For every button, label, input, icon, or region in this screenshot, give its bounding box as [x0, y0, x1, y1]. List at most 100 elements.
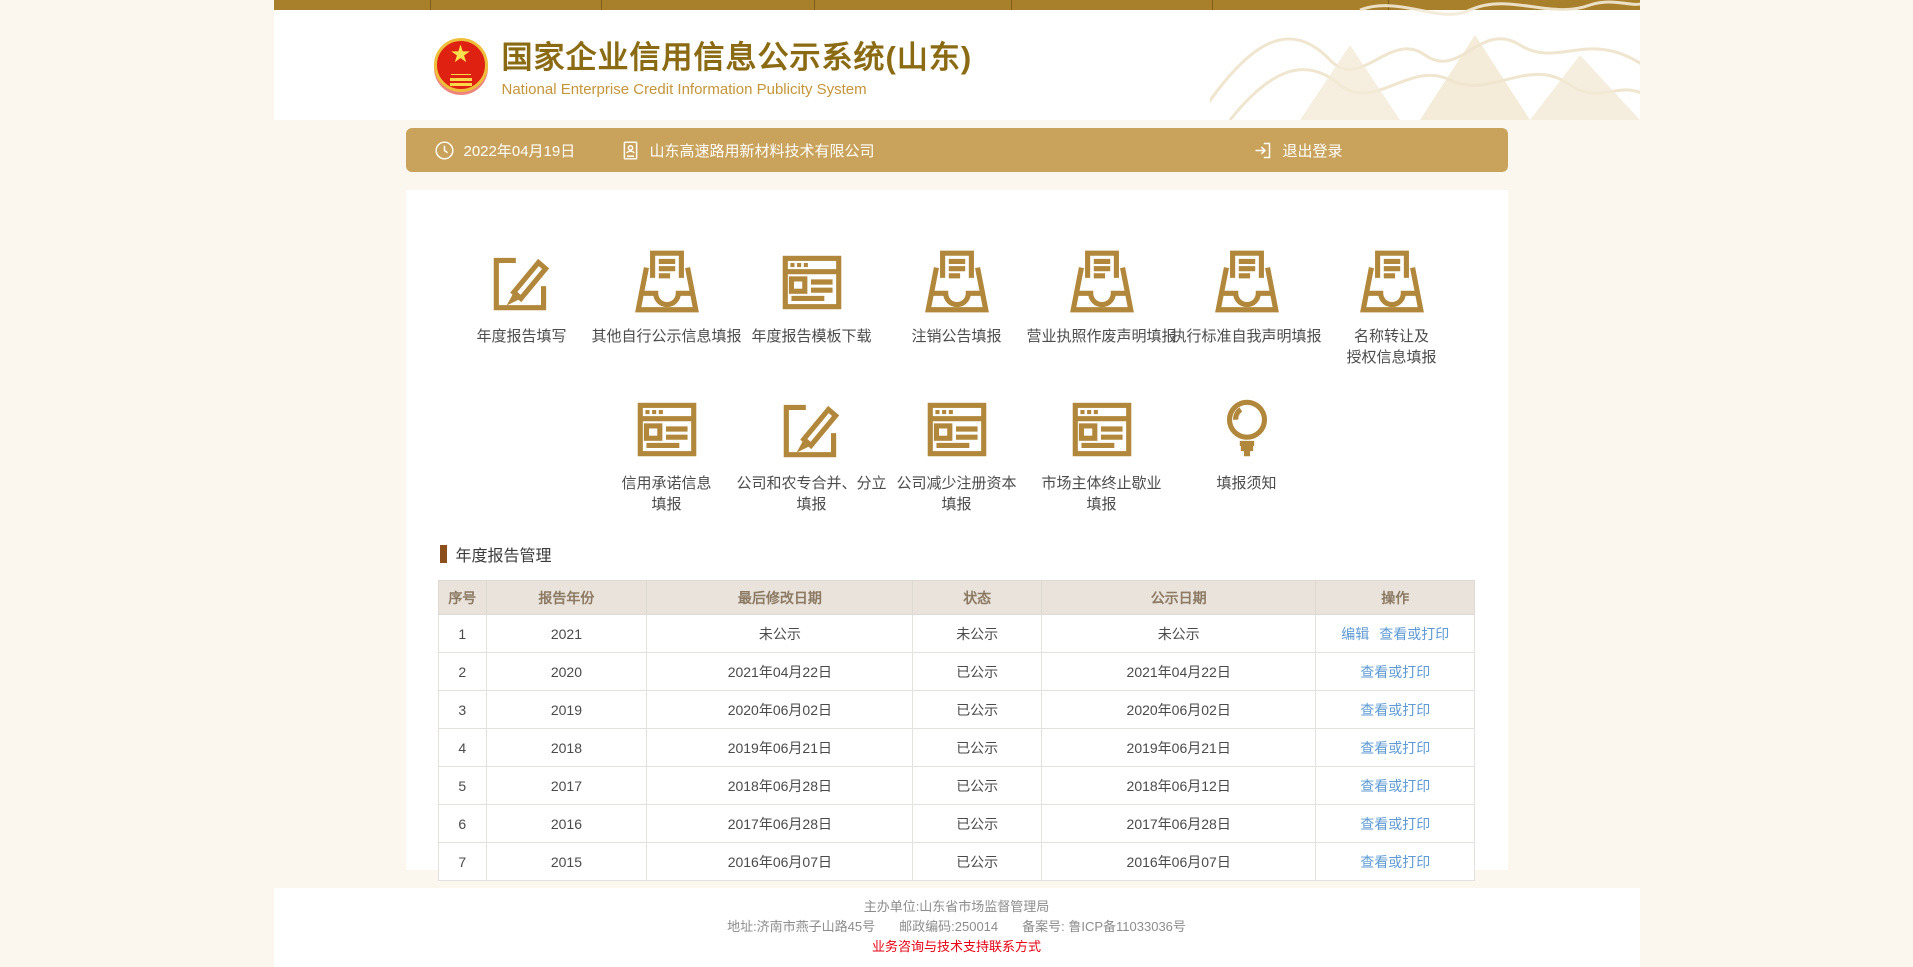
cell-year: 2016	[486, 805, 647, 843]
quick-action-item[interactable]: 注销公告填报	[884, 245, 1029, 368]
status-bar: 2022年04月19日 山东高速路用新材料技术有限公司 退出登录	[406, 128, 1508, 172]
footer-contact-link[interactable]: 业务咨询与技术支持联系方式	[872, 939, 1041, 954]
cell-modified: 2021年04月22日	[647, 653, 913, 691]
quick-action-label: 公司和农专合并、分立填报	[737, 473, 887, 515]
quick-action-item[interactable]: 填报须知	[1174, 392, 1319, 515]
cell-modified: 未公示	[647, 615, 913, 653]
cell-no: 5	[439, 767, 487, 805]
inbox-icon	[1065, 245, 1139, 319]
table-header-row: 序号报告年份最后修改日期状态公示日期操作	[439, 581, 1475, 615]
inbox-icon	[1210, 245, 1284, 319]
company-group: 山东高速路用新材料技术有限公司	[620, 140, 875, 161]
cell-publish: 2020年06月02日	[1041, 691, 1316, 729]
cell-publish: 未公示	[1041, 615, 1316, 653]
cell-status: 已公示	[913, 767, 1041, 805]
footer-address-part: 邮政编码:250014	[899, 919, 998, 934]
footer-organizer: 主办单位:山东省市场监督管理局	[274, 897, 1640, 917]
quick-action-label: 填报须知	[1216, 473, 1276, 494]
quick-action-label: 公司减少注册资本填报	[896, 473, 1016, 515]
action-link[interactable]: 查看或打印	[1360, 664, 1430, 680]
template-icon	[630, 392, 704, 466]
cell-actions: 查看或打印	[1316, 729, 1475, 767]
emblem-gate-icon	[450, 78, 472, 81]
pencil-icon	[485, 245, 559, 319]
action-link[interactable]: 查看或打印	[1360, 702, 1430, 718]
annual-report-table: 序号报告年份最后修改日期状态公示日期操作 12021未公示未公示未公示编辑查看或…	[438, 580, 1475, 881]
quick-action-label: 营业执照作废声明填报	[1027, 326, 1177, 347]
table-row: 320192020年06月02日已公示2020年06月02日查看或打印	[439, 691, 1475, 729]
nav-strip-segment[interactable]	[431, 0, 602, 10]
quick-action-label: 注销公告填报	[911, 326, 1001, 347]
cell-status: 已公示	[913, 843, 1041, 881]
quick-action-label: 执行标准自我声明填报	[1172, 326, 1322, 347]
pencil-icon	[775, 392, 849, 466]
quick-action-item[interactable]: 年度报告模板下载	[739, 245, 884, 368]
cell-modified: 2017年06月28日	[647, 805, 913, 843]
quick-action-label: 年度报告模板下载	[751, 326, 871, 347]
table-header-cell: 最后修改日期	[647, 581, 913, 615]
header: ★ 国家企业信用信息公示系统(山东) National Enterprise C…	[274, 0, 1640, 120]
main-panel: 年度报告填写 其他自行公示信息填报年度报告模板下载 注销公告填报 营业执照作废声明填报…	[406, 190, 1508, 870]
cell-year: 2020	[486, 653, 647, 691]
footer: 主办单位:山东省市场监督管理局 地址:济南市燕子山路45号邮政编码:250014…	[274, 888, 1640, 967]
action-link[interactable]: 编辑	[1341, 626, 1369, 642]
cell-actions: 编辑查看或打印	[1316, 615, 1475, 653]
quick-action-item[interactable]: 执行标准自我声明填报	[1174, 245, 1319, 368]
quick-action-item[interactable]: 名称转让及授权信息填报	[1319, 245, 1464, 368]
cell-status: 已公示	[913, 729, 1041, 767]
action-link[interactable]: 查看或打印	[1360, 854, 1430, 870]
quick-action-item[interactable]: 年度报告填写	[449, 245, 594, 368]
quick-action-item[interactable]: 市场主体终止歇业填报	[1029, 392, 1174, 515]
footer-address-line: 地址:济南市燕子山路45号邮政编码:250014备案号: 鲁ICP备110330…	[274, 917, 1640, 937]
action-link[interactable]: 查看或打印	[1379, 626, 1449, 642]
section-title: 年度报告管理	[456, 542, 552, 566]
action-link[interactable]: 查看或打印	[1360, 740, 1430, 756]
footer-address-part: 备案号: 鲁ICP备11033036号	[1022, 919, 1186, 934]
annual-report-section-head: 年度报告管理	[440, 542, 1508, 566]
nav-strip-segment[interactable]	[1012, 0, 1213, 10]
table-row: 12021未公示未公示未公示编辑查看或打印	[439, 615, 1475, 653]
cell-publish: 2016年06月07日	[1041, 843, 1316, 881]
cell-modified: 2019年06月21日	[647, 729, 913, 767]
inbox-icon	[630, 245, 704, 319]
cell-no: 3	[439, 691, 487, 729]
cell-actions: 查看或打印	[1316, 691, 1475, 729]
nav-strip-segment[interactable]	[815, 0, 1012, 10]
nav-strip-segment[interactable]	[602, 0, 815, 10]
table-row: 620162017年06月28日已公示2017年06月28日查看或打印	[439, 805, 1475, 843]
table-header-cell: 序号	[439, 581, 487, 615]
table-row: 420182019年06月21日已公示2019年06月21日查看或打印	[439, 729, 1475, 767]
cell-actions: 查看或打印	[1316, 767, 1475, 805]
quick-action-item[interactable]: 信用承诺信息填报	[594, 392, 739, 515]
template-icon	[775, 245, 849, 319]
quick-action-label: 其他自行公示信息填报	[592, 326, 742, 347]
quick-action-item[interactable]: 公司减少注册资本填报	[884, 392, 1029, 515]
table-row: 520172018年06月28日已公示2018年06月12日查看或打印	[439, 767, 1475, 805]
quick-action-label: 年度报告填写	[476, 326, 566, 347]
cell-actions: 查看或打印	[1316, 653, 1475, 691]
page-subtitle: National Enterprise Credit Information P…	[502, 81, 973, 98]
table-header-cell: 操作	[1316, 581, 1475, 615]
cell-no: 7	[439, 843, 487, 881]
cell-modified: 2018年06月28日	[647, 767, 913, 805]
current-date: 2022年04月19日	[464, 140, 576, 161]
cell-publish: 2019年06月21日	[1041, 729, 1316, 767]
cell-status: 未公示	[913, 615, 1041, 653]
cell-actions: 查看或打印	[1316, 805, 1475, 843]
action-link[interactable]: 查看或打印	[1360, 778, 1430, 794]
quick-action-label: 信用承诺信息填报	[621, 473, 711, 515]
cell-year: 2018	[486, 729, 647, 767]
nav-strip-segment[interactable]	[274, 0, 431, 10]
logout-button[interactable]: 退出登录	[1252, 140, 1507, 161]
company-name: 山东高速路用新材料技术有限公司	[650, 140, 875, 161]
quick-action-item[interactable]: 其他自行公示信息填报	[594, 245, 739, 368]
inbox-icon	[1355, 245, 1429, 319]
action-link[interactable]: 查看或打印	[1360, 816, 1430, 832]
table-header-cell: 状态	[913, 581, 1041, 615]
cell-no: 4	[439, 729, 487, 767]
table-header-cell: 报告年份	[486, 581, 647, 615]
table-header-cell: 公示日期	[1041, 581, 1316, 615]
quick-action-item[interactable]: 公司和农专合并、分立填报	[739, 392, 884, 515]
quick-action-item[interactable]: 营业执照作废声明填报	[1029, 245, 1174, 368]
quick-action-label: 名称转让及授权信息填报	[1346, 326, 1436, 368]
